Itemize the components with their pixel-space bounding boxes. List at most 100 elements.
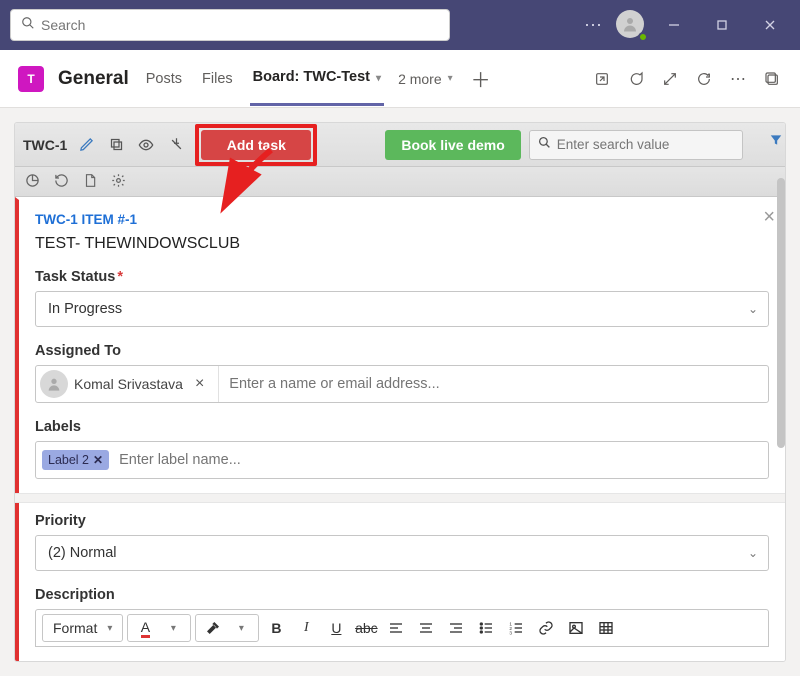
chevron-down-icon: ▾ (448, 73, 453, 84)
assignee-name: Komal Srivastava (74, 376, 183, 392)
history-icon[interactable] (54, 173, 69, 191)
priority-value: (2) Normal (48, 545, 116, 561)
bullet-list-icon[interactable] (473, 615, 499, 641)
strike-icon[interactable]: abc (353, 615, 379, 641)
chevron-down-icon: ⌄ (748, 302, 758, 316)
description-label: Description (35, 587, 769, 603)
number-list-icon[interactable]: 123 (503, 615, 529, 641)
minimize-button[interactable] (654, 5, 694, 45)
global-search-input[interactable] (41, 17, 439, 33)
chevron-down-icon: ⌄ (748, 546, 758, 560)
chevron-down-icon[interactable]: ▾ (228, 615, 254, 641)
watch-icon[interactable] (135, 134, 157, 156)
app-open-icon[interactable] (592, 69, 612, 89)
bold-icon[interactable]: B (263, 615, 289, 641)
maximize-button[interactable] (702, 5, 742, 45)
scrollbar-track[interactable] (777, 123, 785, 661)
highlight-icon[interactable] (200, 615, 226, 641)
status-select[interactable]: In Progress ⌄ (35, 291, 769, 327)
link-icon[interactable] (533, 615, 559, 641)
tab-posts[interactable]: Posts (143, 53, 185, 105)
status-label: Task Status* (35, 269, 769, 285)
remove-assignee-icon[interactable]: × (189, 375, 210, 393)
board-search-input[interactable] (557, 137, 734, 152)
remove-label-icon[interactable]: ✕ (93, 453, 103, 467)
align-right-icon[interactable] (443, 615, 469, 641)
avatar-icon (40, 370, 68, 398)
chat-icon[interactable] (626, 69, 646, 89)
add-task-button[interactable]: Add task (201, 130, 311, 160)
assigned-field: Assigned To Komal Srivastava × (35, 343, 769, 403)
divider (15, 493, 785, 503)
font-color-icon[interactable]: A (132, 615, 158, 641)
table-icon[interactable] (593, 615, 619, 641)
align-left-icon[interactable] (383, 615, 409, 641)
label-chip: Label 2 ✕ (42, 450, 109, 470)
search-icon (538, 136, 551, 154)
italic-icon[interactable]: I (293, 615, 319, 641)
popout-icon[interactable] (762, 69, 782, 89)
priority-field: Priority (2) Normal ⌄ (35, 513, 769, 571)
title-bar: ⋯ (0, 0, 800, 50)
expand-icon[interactable] (660, 69, 680, 89)
project-label: TWC-1 (23, 137, 67, 153)
edit-icon[interactable] (75, 134, 97, 156)
tab-board-label: Board: TWC-Test (253, 69, 370, 85)
status-value: In Progress (48, 301, 122, 317)
board-search[interactable] (529, 130, 743, 160)
close-button[interactable] (750, 5, 790, 45)
channel-name: General (58, 68, 129, 90)
presence-available-icon (638, 32, 648, 42)
pin-icon[interactable] (165, 134, 187, 156)
task-item-id[interactable]: TWC-1 ITEM #-1 (35, 212, 769, 227)
priority-label: Priority (35, 513, 769, 529)
user-avatar[interactable] (616, 10, 646, 40)
assigned-label: Assigned To (35, 343, 769, 359)
rte-toolbar: Format▾ A ▾ ▾ B I U abc (35, 609, 769, 647)
assigned-input[interactable] (219, 376, 768, 392)
board-subtoolbar (15, 167, 785, 197)
scrollbar-thumb[interactable] (777, 178, 785, 448)
required-star-icon: * (117, 269, 123, 285)
copy-icon[interactable] (105, 134, 127, 156)
status-field: Task Status* In Progress ⌄ (35, 269, 769, 327)
more-tabs[interactable]: 2 more ▾ (398, 71, 453, 87)
labels-input-row[interactable]: Label 2 ✕ (35, 441, 769, 479)
image-icon[interactable] (563, 615, 589, 641)
svg-text:3: 3 (510, 631, 513, 636)
chevron-down-icon[interactable]: ▾ (160, 615, 186, 641)
settings-icon[interactable] (111, 173, 126, 191)
channel-header: T General Posts Files Board: TWC-Test ▾ … (0, 50, 800, 108)
add-task-highlight: Add task (195, 124, 317, 166)
label-chip-text: Label 2 (48, 453, 89, 467)
underline-icon[interactable]: U (323, 615, 349, 641)
priority-select[interactable]: (2) Normal ⌄ (35, 535, 769, 571)
book-demo-button[interactable]: Book live demo (385, 130, 520, 160)
add-tab-button[interactable]: ＋ (467, 64, 495, 93)
chart-icon[interactable] (25, 173, 40, 191)
chevron-down-icon: ▾ (376, 73, 381, 84)
tab-board[interactable]: Board: TWC-Test ▾ (250, 51, 384, 106)
tab-files[interactable]: Files (199, 53, 236, 105)
task-title[interactable]: TEST- THEWINDOWSCLUB (35, 235, 769, 253)
refresh-icon[interactable] (694, 69, 714, 89)
board-frame: TWC-1 Add task Book live demo (14, 122, 786, 662)
more-tabs-label: 2 more (398, 71, 442, 87)
search-icon (21, 16, 35, 35)
assigned-input-row[interactable]: Komal Srivastava × (35, 365, 769, 403)
labels-field: Labels Label 2 ✕ (35, 419, 769, 479)
rte-format-select[interactable]: Format▾ (42, 614, 123, 642)
labels-label: Labels (35, 419, 769, 435)
description-field: Description Format▾ A ▾ ▾ B I U (35, 587, 769, 647)
close-icon[interactable]: × (763, 206, 775, 229)
export-icon[interactable] (83, 173, 97, 191)
more-icon[interactable]: ⋯ (728, 69, 748, 89)
labels-input[interactable] (115, 452, 762, 468)
align-center-icon[interactable] (413, 615, 439, 641)
team-tile[interactable]: T (18, 66, 44, 92)
global-search[interactable] (10, 9, 450, 41)
board-toolbar: TWC-1 Add task Book live demo (15, 123, 785, 167)
assignee-chip: Komal Srivastava × (36, 366, 219, 402)
more-icon[interactable]: ⋯ (580, 15, 608, 36)
task-form-panel: × TWC-1 ITEM #-1 TEST- THEWINDOWSCLUB Ta… (15, 197, 785, 661)
